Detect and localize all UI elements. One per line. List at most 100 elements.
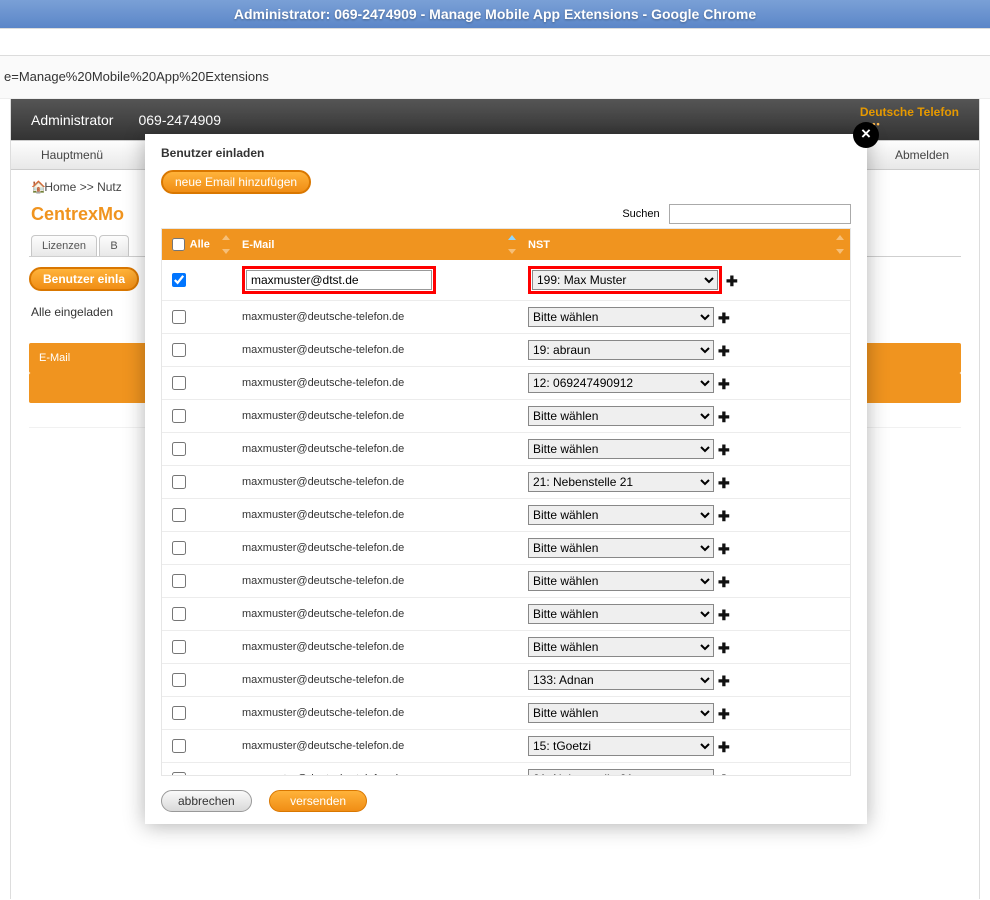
email-cell: maxmuster@deutsche-telefon.de — [236, 697, 522, 730]
nst-select[interactable]: Bitte wählen — [528, 406, 714, 426]
add-nst-icon[interactable]: ✚ — [718, 607, 730, 624]
add-nst-icon[interactable]: ✚ — [718, 574, 730, 591]
nst-cell: Bitte wählen✚ — [522, 499, 850, 532]
row-checkbox[interactable] — [172, 574, 186, 588]
invite-table-wrap[interactable]: Alle E-Mail NST 199: Max Muster✚maxmuste… — [161, 228, 851, 776]
menu-logout[interactable]: Abmelden — [895, 148, 949, 162]
th-all[interactable]: Alle — [162, 229, 236, 260]
cancel-button[interactable]: abbrechen — [161, 790, 252, 812]
email-input[interactable] — [246, 270, 432, 290]
row-checkbox[interactable] — [172, 673, 186, 687]
nst-select[interactable]: 15: tGoetzi — [528, 736, 714, 756]
close-icon[interactable]: × — [853, 122, 879, 148]
nst-cell: 21: Nebenstelle 21✚ — [522, 466, 850, 499]
email-cell: maxmuster@deutsche-telefon.de — [236, 631, 522, 664]
nst-select[interactable]: Bitte wählen — [528, 571, 714, 591]
email-cell: maxmuster@deutsche-telefon.de — [236, 598, 522, 631]
nst-select[interactable]: Bitte wählen — [528, 703, 714, 723]
url-fragment: e=Manage%20Mobile%20App%20Extensions — [0, 56, 990, 99]
email-cell: maxmuster@deutsche-telefon.de — [236, 466, 522, 499]
menu-home[interactable]: Hauptmenü — [41, 148, 103, 162]
add-nst-icon[interactable]: ✚ — [718, 343, 730, 360]
row-checkbox[interactable] — [172, 508, 186, 522]
row-checkbox[interactable] — [172, 343, 186, 357]
table-row: maxmuster@deutsche-telefon.de133: Adnan✚ — [162, 664, 850, 697]
table-row: maxmuster@deutsche-telefon.deBitte wähle… — [162, 433, 850, 466]
send-button[interactable]: versenden — [269, 790, 367, 812]
nst-select[interactable]: Bitte wählen — [528, 637, 714, 657]
page-shell: Administrator 069-2474909 Deutsche Telef… — [10, 99, 980, 899]
row-checkbox[interactable] — [172, 706, 186, 720]
nst-select[interactable]: 21: Nebenstelle 21 — [528, 472, 714, 492]
table-row: maxmuster@deutsche-telefon.deBitte wähle… — [162, 301, 850, 334]
email-cell: maxmuster@deutsche-telefon.de — [236, 565, 522, 598]
row-checkbox[interactable] — [172, 739, 186, 753]
row-checkbox[interactable] — [172, 772, 186, 776]
nst-select[interactable]: 21: Nebenstelle 21 — [528, 769, 714, 776]
add-nst-icon[interactable]: ✚ — [718, 409, 730, 426]
nst-select[interactable]: Bitte wählen — [528, 439, 714, 459]
row-checkbox[interactable] — [172, 607, 186, 621]
tab-b[interactable]: B — [99, 235, 128, 256]
add-nst-icon[interactable]: ✚ — [726, 273, 738, 290]
th-all-label: Alle — [190, 238, 210, 250]
nst-select[interactable]: Bitte wählen — [528, 307, 714, 327]
nst-select[interactable]: Bitte wählen — [528, 604, 714, 624]
email-cell: maxmuster@deutsche-telefon.de — [236, 367, 522, 400]
email-cell: maxmuster@deutsche-telefon.de — [236, 334, 522, 367]
nst-cell: Bitte wählen✚ — [522, 598, 850, 631]
nst-cell: Bitte wählen✚ — [522, 697, 850, 730]
table-row: maxmuster@deutsche-telefon.deBitte wähle… — [162, 598, 850, 631]
table-row: maxmuster@deutsche-telefon.deBitte wähle… — [162, 400, 850, 433]
tab-lizenzen[interactable]: Lizenzen — [31, 235, 97, 256]
nst-cell: Bitte wählen✚ — [522, 532, 850, 565]
add-nst-icon[interactable]: ✚ — [718, 541, 730, 558]
row-checkbox[interactable] — [172, 409, 186, 423]
admin-role: Administrator — [31, 112, 113, 128]
row-checkbox[interactable] — [172, 541, 186, 555]
nst-select[interactable]: Bitte wählen — [528, 538, 714, 558]
home-icon: 🏠 — [31, 180, 41, 194]
add-nst-icon[interactable]: ✚ — [718, 640, 730, 657]
row-checkbox[interactable] — [172, 640, 186, 654]
th-nst[interactable]: NST — [522, 229, 850, 260]
nst-select[interactable]: 12: 069247490912 — [528, 373, 714, 393]
row-checkbox[interactable] — [172, 376, 186, 390]
row-checkbox[interactable] — [172, 475, 186, 489]
nst-select[interactable]: 19: abraun — [528, 340, 714, 360]
nst-cell: Bitte wählen✚ — [522, 301, 850, 334]
table-row: maxmuster@deutsche-telefon.deBitte wähle… — [162, 499, 850, 532]
th-email[interactable]: E-Mail — [236, 229, 522, 260]
crumb-home[interactable]: Home — [44, 180, 76, 194]
nst-select[interactable]: Bitte wählen — [528, 505, 714, 525]
row-checkbox[interactable] — [172, 442, 186, 456]
search-row: Suchen — [161, 204, 851, 224]
select-all-checkbox[interactable] — [172, 238, 185, 251]
add-nst-icon[interactable]: ✚ — [718, 442, 730, 459]
brand-text: Deutsche Telefon — [860, 105, 959, 119]
row-checkbox[interactable] — [172, 273, 186, 287]
email-cell: maxmuster@deutsche-telefon.de — [236, 301, 522, 334]
add-email-button[interactable]: neue Email hinzufügen — [161, 170, 311, 194]
nst-cell: 133: Adnan✚ — [522, 664, 850, 697]
email-cell — [236, 260, 522, 301]
add-nst-icon[interactable]: ✚ — [718, 739, 730, 756]
add-nst-icon[interactable]: ✚ — [718, 376, 730, 393]
nst-cell: 12: 069247490912✚ — [522, 367, 850, 400]
crumb-sep: >> — [80, 180, 94, 194]
add-nst-icon[interactable]: ✚ — [718, 310, 730, 327]
add-nst-icon[interactable]: ✚ — [718, 508, 730, 525]
email-cell: maxmuster@deutsche-telefon.de — [236, 664, 522, 697]
table-row: maxmuster@deutsche-telefon.de21: Nebenst… — [162, 763, 850, 777]
crumb-section[interactable]: Nutz — [97, 180, 122, 194]
table-row: maxmuster@deutsche-telefon.de15: tGoetzi… — [162, 730, 850, 763]
row-checkbox[interactable] — [172, 310, 186, 324]
nst-select[interactable]: 199: Max Muster — [532, 270, 718, 290]
nst-select[interactable]: 133: Adnan — [528, 670, 714, 690]
add-nst-icon[interactable]: ✚ — [718, 706, 730, 723]
invite-user-button[interactable]: Benutzer einla — [29, 267, 139, 291]
search-input[interactable] — [669, 204, 851, 224]
add-nst-icon[interactable]: ✚ — [718, 772, 730, 776]
add-nst-icon[interactable]: ✚ — [718, 673, 730, 690]
add-nst-icon[interactable]: ✚ — [718, 475, 730, 492]
